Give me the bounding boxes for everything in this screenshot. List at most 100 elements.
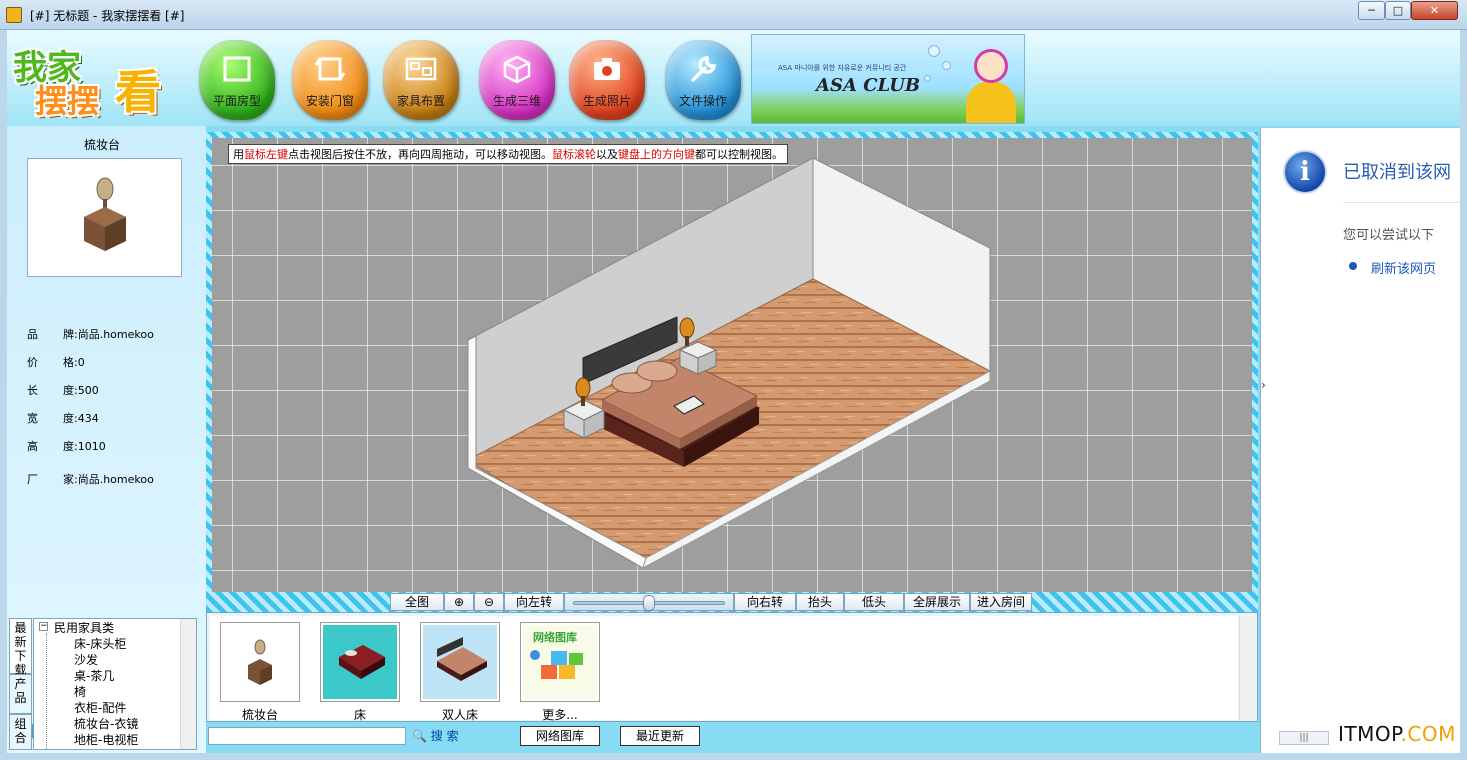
generate-photo-button[interactable]: 生成照片 [569, 40, 645, 120]
floor-plan-button[interactable]: 平面房型 [199, 40, 275, 120]
gallery-item-label: 双人床 [441, 708, 478, 722]
bubble-decoration [942, 61, 951, 70]
prop-value: 500 [77, 384, 99, 397]
banner-subtitle: ASA 마니아를 위한 자유로운 커뮤니티 공간 [778, 64, 907, 72]
prop-price: 价 格:0 [27, 354, 85, 370]
doors-windows-button[interactable]: 安装门窗 [292, 40, 368, 120]
furniture-gallery: 梳妆台 床 双人床 网络图库 更多... [206, 612, 1258, 722]
prop-value: 434 [77, 412, 99, 425]
tab-latest-downloads[interactable]: 最新下载 [9, 618, 32, 677]
tilt-down-button[interactable]: 低头 [844, 593, 904, 611]
lamp-right [679, 317, 695, 339]
rotation-slider[interactable] [564, 593, 734, 611]
zoom-out-icon: ⊖ [483, 595, 495, 609]
doors-windows-label: 安装门窗 [305, 94, 354, 108]
zoom-out-button[interactable]: ⊖ [474, 593, 504, 611]
rotate-right-button[interactable]: 向右转 [734, 593, 796, 611]
prop-manufacturer: 厂 家:尚品.homekoo [27, 471, 154, 487]
hint-text: 用 [233, 148, 244, 161]
lamp-right-stand [685, 336, 689, 346]
gallery-item-label: 梳妆台 [241, 708, 278, 722]
app-logo: 我家 摆摆 看 [11, 36, 187, 122]
view-toolbar: 全图 ⊕ ⊖ 向左转 向右转 抬头 低头 全屏展示 进入房间 [206, 592, 1258, 612]
tree-item[interactable]: 桌-茶几 [74, 667, 114, 684]
tree-guide-line [46, 633, 47, 749]
banner-character-body [966, 81, 1016, 123]
refresh-page-link[interactable]: 刷新该网页 [1371, 258, 1436, 277]
category-tabs: 最新下载 产品 组合 [9, 618, 32, 750]
prop-key2: 格: [63, 356, 78, 369]
tree-item[interactable]: 地柜-电视柜 [74, 731, 138, 748]
tab-products[interactable]: 产品 [9, 674, 32, 714]
3d-viewport[interactable]: 用鼠标左键点击视图后按住不放，再向四周拖动，可以移动视图。鼠标滚轮以及键盘上的方… [212, 138, 1252, 606]
tree-item[interactable]: 沙发 [74, 651, 98, 668]
gallery-scrollbar[interactable] [1239, 616, 1255, 720]
app-frame: 我家 摆摆 看 平面房型 安装门窗 家具布置 生成三维 生成照片 文件操作 AS… [7, 30, 1460, 753]
gallery-item-label: 床 [353, 708, 366, 722]
online-gallery-button[interactable]: 网络图库 [520, 726, 600, 746]
window-title: [#] 无标题 - 我家摆摆看 [#] [30, 9, 185, 23]
file-operations-button[interactable]: 文件操作 [665, 40, 741, 120]
gallery-item-more[interactable]: 网络图库 [520, 622, 600, 702]
recent-updates-button[interactable]: 最近更新 [620, 726, 700, 746]
gallery-item-label: 更多... [542, 708, 578, 722]
search-button-label: 搜 索 [430, 729, 459, 743]
search-button[interactable]: 🔍 搜 索 [412, 726, 472, 746]
slider-thumb[interactable] [643, 595, 655, 611]
info-icon: i [1283, 150, 1327, 194]
ad-banner[interactable]: ASA 마니아를 위한 자유로운 커뮤니티 공간 ASA CLUB [751, 34, 1025, 124]
tab-combos[interactable]: 组合 [9, 714, 32, 750]
prop-key2: 度: [63, 412, 78, 425]
suggestion-text: 您可以尝试以下 [1343, 228, 1435, 243]
rotate-left-button[interactable]: 向左转 [504, 593, 564, 611]
search-input[interactable] [208, 727, 406, 745]
tilt-up-button[interactable]: 抬头 [796, 593, 844, 611]
enter-room-button[interactable]: 进入房间 [970, 593, 1032, 611]
fullscreen-button[interactable]: 全屏展示 [904, 593, 970, 611]
prop-key: 长 [27, 384, 38, 397]
room-scene [466, 157, 992, 570]
zoom-in-button[interactable]: ⊕ [444, 593, 474, 611]
furniture-layout-label: 家具布置 [396, 94, 445, 108]
prop-key: 宽 [27, 412, 38, 425]
minimize-button[interactable]: ─ [1358, 1, 1385, 20]
divider [1343, 202, 1460, 203]
prop-key: 高 [27, 440, 38, 453]
hint-text-highlight: 键盘上的方向键 [618, 148, 695, 161]
tree-item[interactable]: 椅 [74, 683, 86, 700]
horizontal-scrollbar[interactable]: ||| [1279, 731, 1329, 745]
floor-plan-icon [219, 52, 255, 86]
boxes-icon [530, 650, 583, 679]
search-icon: 🔍 [412, 729, 427, 743]
tree-item[interactable]: 衣柜-配件 [74, 699, 126, 716]
dresser-thumbnail [248, 639, 272, 685]
banner-title: ASA CLUB [816, 75, 921, 96]
tree-scrollbar[interactable] [180, 619, 196, 749]
online-gallery-thumbnail: 网络图库 [523, 625, 597, 699]
hint-text: 以及 [596, 148, 618, 161]
maximize-button[interactable]: □ [1385, 1, 1411, 20]
gallery-item-dresser[interactable] [220, 622, 300, 702]
door-window-icon [312, 52, 348, 86]
gallery-item-double-bed[interactable] [420, 622, 500, 702]
wrench-icon [685, 52, 721, 86]
tree-root[interactable]: 民用家具类 [54, 619, 114, 636]
bullet-icon [1349, 262, 1357, 270]
panel-collapse-handle[interactable]: › [1261, 378, 1269, 418]
prop-value: 0 [77, 356, 85, 369]
tree-item[interactable]: 床-床头柜 [74, 635, 126, 652]
hint-text-highlight: 鼠标滚轮 [552, 148, 596, 161]
generate-3d-button[interactable]: 生成三维 [479, 40, 555, 120]
furniture-layout-icon [403, 52, 439, 86]
furniture-layout-button[interactable]: 家具布置 [383, 40, 459, 120]
close-button[interactable]: ✕ [1411, 1, 1458, 20]
title-bar: [#] 无标题 - 我家摆摆看 [#] ─ □ ✕ [0, 0, 1467, 30]
tree-collapse-toggle[interactable]: − [39, 622, 48, 631]
cube-icon [499, 52, 535, 86]
fit-all-button[interactable]: 全图 [390, 593, 444, 611]
tree-item[interactable]: 梳妆台-衣镜 [74, 715, 138, 732]
hint-text: 都可以控制视图。 [695, 148, 783, 161]
gallery-item-bed[interactable] [320, 622, 400, 702]
logo-text-3: 看 [115, 65, 161, 119]
prop-value: 尚品.homekoo [77, 328, 154, 341]
